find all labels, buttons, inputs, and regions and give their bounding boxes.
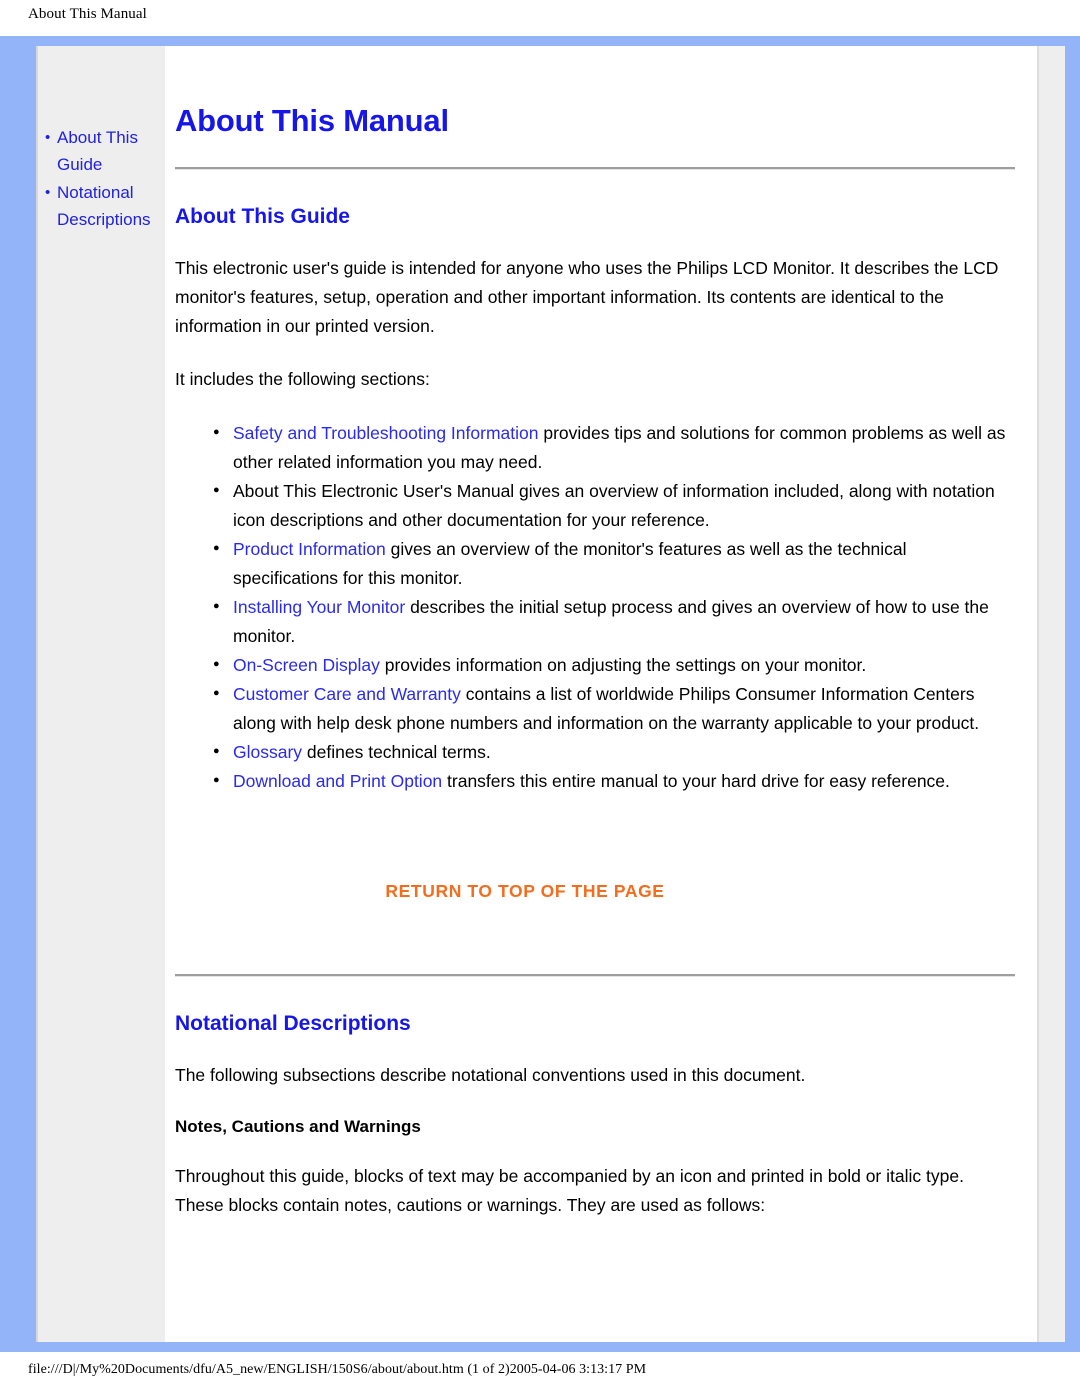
list-item: Safety and Troubleshooting Information p… (213, 418, 1015, 477)
notes-description-paragraph: Throughout this guide, blocks of text ma… (175, 1166, 964, 1215)
link-installing-your-monitor[interactable]: Installing Your Monitor (233, 597, 405, 617)
list-item: Glossary defines technical terms. (213, 737, 1015, 767)
sidebar-item-notational-descriptions[interactable]: Notational Descriptions (38, 179, 165, 233)
right-gutter (1037, 46, 1065, 1342)
list-item-text: About This Electronic User's Manual give… (233, 481, 995, 530)
print-header-title: About This Manual (28, 6, 147, 22)
print-header: About This Manual (0, 0, 1080, 36)
link-customer-care-and-warranty[interactable]: Customer Care and Warranty (233, 684, 461, 704)
list-item: About This Electronic User's Manual give… (213, 476, 1015, 535)
list-item-text: defines technical terms. (302, 742, 491, 762)
link-download-and-print-option[interactable]: Download and Print Option (233, 771, 442, 791)
return-to-top-container: RETURN TO TOP OF THE PAGE (175, 796, 1015, 902)
notational-intro-paragraph: The following subsections describe notat… (175, 1065, 806, 1085)
sections-lead-in: It includes the following sections: (175, 369, 430, 389)
document-body: About This Guide Notational Descriptions… (36, 46, 1065, 1342)
list-item: On-Screen Display provides information o… (213, 650, 1015, 680)
list-item: Installing Your Monitor describes the in… (213, 592, 1015, 651)
sidebar-link-notational-descriptions[interactable]: Notational Descriptions (57, 183, 151, 229)
intro-paragraph: This electronic user's guide is intended… (175, 258, 999, 336)
link-product-information[interactable]: Product Information (233, 539, 386, 559)
list-item: Customer Care and Warranty contains a li… (213, 679, 1015, 738)
section-heading-notational-descriptions: Notational Descriptions (175, 1012, 411, 1035)
subsection-heading-notes-cautions-warnings: Notes, Cautions and Warnings (175, 1117, 421, 1136)
return-to-top-link[interactable]: RETURN TO TOP OF THE PAGE (385, 881, 664, 901)
sidebar-list: About This Guide Notational Descriptions (38, 124, 165, 234)
list-item: Product Information gives an overview of… (213, 534, 1015, 593)
link-safety-and-troubleshooting[interactable]: Safety and Troubleshooting Information (233, 423, 538, 443)
list-item: Download and Print Option transfers this… (213, 766, 1015, 796)
sidebar-item-about-this-guide[interactable]: About This Guide (38, 124, 165, 178)
page-frame: About This Guide Notational Descriptions… (0, 36, 1080, 1352)
print-footer-path: file:///D|/My%20Documents/dfu/A5_new/ENG… (28, 1362, 647, 1377)
main-content: About This Manual About This Guide This … (165, 46, 1037, 1342)
page-title: About This Manual (175, 103, 449, 138)
sections-list: Safety and Troubleshooting Information p… (175, 394, 1015, 796)
sidebar-navigation: About This Guide Notational Descriptions (36, 46, 165, 1342)
list-item-text: transfers this entire manual to your har… (442, 771, 950, 791)
sidebar-link-about-this-guide[interactable]: About This Guide (57, 128, 138, 174)
print-footer: file:///D|/My%20Documents/dfu/A5_new/ENG… (0, 1356, 1080, 1397)
section-heading-about-this-guide: About This Guide (175, 205, 350, 228)
list-item-text: provides information on adjusting the se… (379, 655, 867, 675)
link-glossary[interactable]: Glossary (233, 742, 302, 762)
link-on-screen-display[interactable]: On-Screen Display (233, 655, 380, 675)
